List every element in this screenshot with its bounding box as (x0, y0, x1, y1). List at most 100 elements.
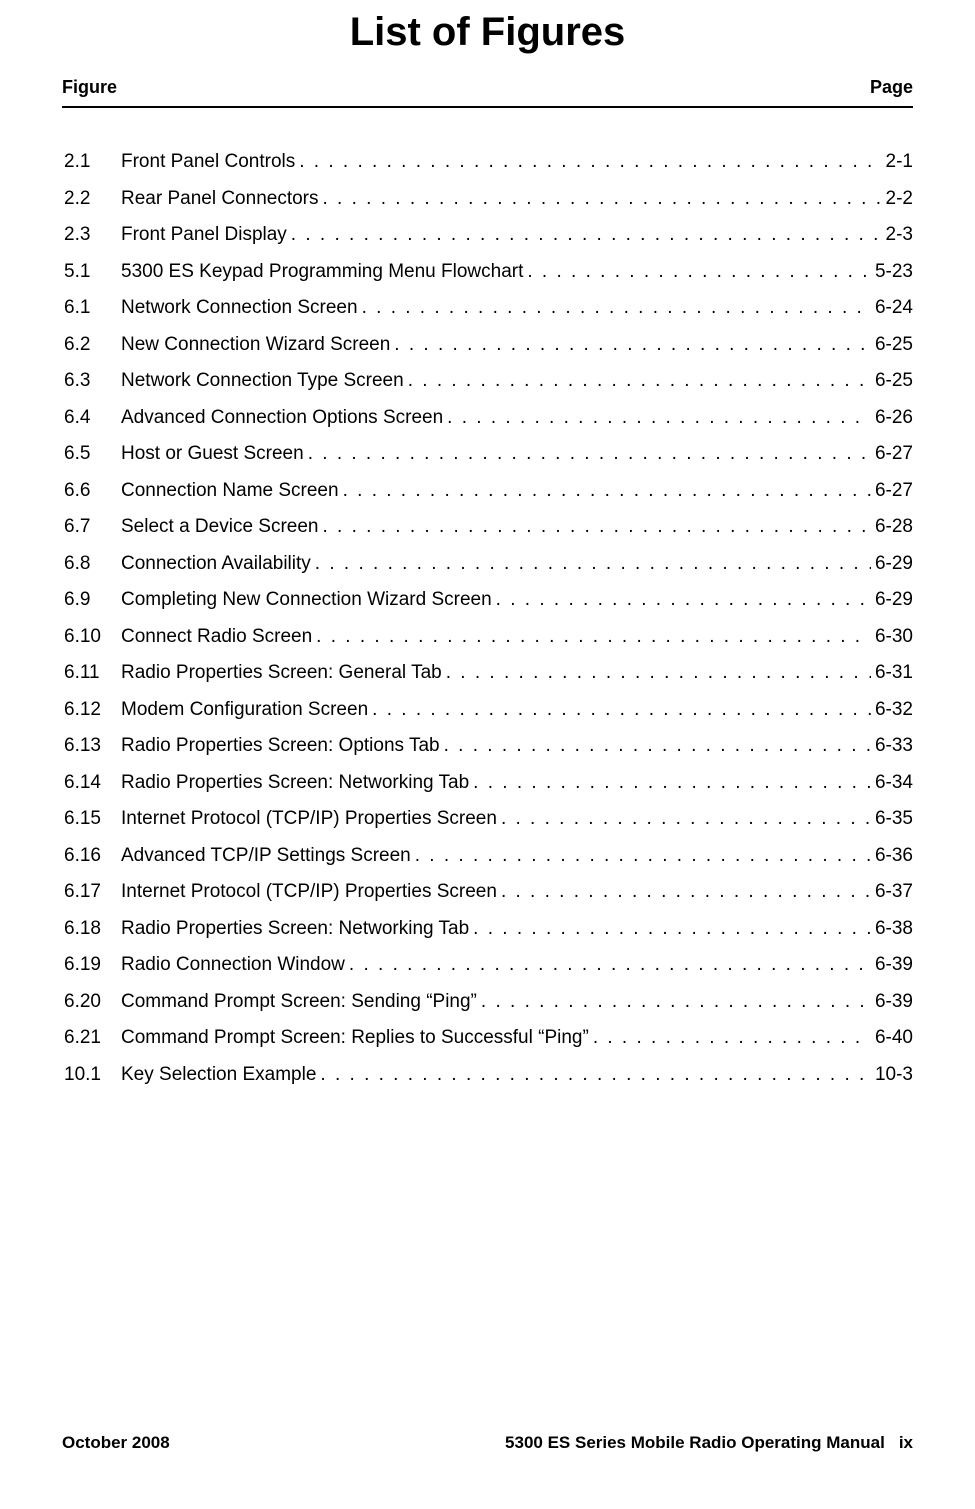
entry-page: 5-23 (875, 258, 913, 287)
entry-number: 6.6 (64, 477, 121, 506)
entry-number: 6.16 (64, 842, 121, 871)
entry-leader-dots (362, 294, 871, 323)
toc-entry: 6.3Network Connection Type Screen 6-25 (64, 367, 913, 396)
toc-entry: 2.3Front Panel Display2-3 (64, 221, 913, 250)
entry-page: 6-29 (875, 550, 913, 579)
entry-title: Radio Properties Screen: Options Tab (121, 732, 440, 761)
entry-page: 6-33 (875, 732, 913, 761)
entry-number: 6.13 (64, 732, 121, 761)
toc-entry: 6.20Command Prompt Screen: Sending “Ping… (64, 988, 913, 1017)
toc-entry: 6.16Advanced TCP/IP Settings Screen 6-36 (64, 842, 913, 871)
entry-title: Command Prompt Screen: Sending “Ping” (121, 988, 477, 1017)
entry-number: 6.15 (64, 805, 121, 834)
entry-title: Radio Properties Screen: General Tab (121, 659, 442, 688)
toc-entry: 2.1Front Panel Controls 2-1 (64, 148, 913, 177)
entry-page: 6-29 (875, 586, 913, 615)
entry-number: 6.2 (64, 331, 121, 360)
entry-leader-dots (320, 1061, 871, 1090)
entry-number: 6.10 (64, 623, 121, 652)
column-header-figure: Figure (62, 77, 117, 98)
entry-leader-dots (343, 477, 871, 506)
entry-leader-dots (444, 732, 871, 761)
footer-manual-title: 5300 ES Series Mobile Radio Operating Ma… (505, 1433, 885, 1453)
entry-page: 6-28 (875, 513, 913, 542)
entry-number: 6.3 (64, 367, 121, 396)
entry-page: 6-38 (875, 915, 913, 944)
entry-page: 10-3 (875, 1061, 913, 1090)
toc-entry: 6.11Radio Properties Screen: General Tab… (64, 659, 913, 688)
entry-title: Internet Protocol (TCP/IP) Properties Sc… (121, 878, 497, 907)
toc-entry: 5.15300 ES Keypad Programming Menu Flowc… (64, 258, 913, 287)
entry-number: 6.9 (64, 586, 121, 615)
entry-number: 6.21 (64, 1024, 121, 1053)
toc-entry: 6.13Radio Properties Screen: Options Tab… (64, 732, 913, 761)
entry-leader-dots (446, 659, 871, 688)
entry-page: 6-40 (875, 1024, 913, 1053)
entry-title: Radio Connection Window (121, 951, 345, 980)
entry-page: 6-39 (875, 951, 913, 980)
entry-leader-dots (593, 1024, 871, 1053)
entry-title: New Connection Wizard Screen (121, 331, 390, 360)
column-header-row: Figure Page (62, 77, 913, 108)
toc-entry: 10.1Key Selection Example10-3 (64, 1061, 913, 1090)
entry-title: Front Panel Controls (121, 148, 295, 177)
entry-title: Key Selection Example (121, 1061, 316, 1090)
page-title: List of Figures (62, 10, 913, 55)
entry-page: 6-32 (875, 696, 913, 725)
toc-entry: 6.7Select a Device Screen6-28 (64, 513, 913, 542)
entry-page: 6-25 (875, 367, 913, 396)
entry-page: 6-27 (875, 477, 913, 506)
entry-number: 6.1 (64, 294, 121, 323)
toc-entry: 6.14Radio Properties Screen: Networking … (64, 769, 913, 798)
entry-title: Radio Properties Screen: Networking Tab (121, 915, 469, 944)
entry-title: Connect Radio Screen (121, 623, 312, 652)
entry-title: Network Connection Type Screen (121, 367, 404, 396)
entry-number: 2.1 (64, 148, 121, 177)
entry-leader-dots (496, 586, 871, 615)
entry-number: 6.20 (64, 988, 121, 1017)
entry-leader-dots (394, 331, 871, 360)
toc-entry: 6.1Network Connection Screen 6-24 (64, 294, 913, 323)
entry-page: 6-35 (875, 805, 913, 834)
entry-leader-dots (415, 842, 871, 871)
toc-entry: 6.4Advanced Connection Options Screen6-2… (64, 404, 913, 433)
entry-title: Network Connection Screen (121, 294, 358, 323)
entry-leader-dots (308, 440, 871, 469)
toc-entry: 6.12Modem Configuration Screen6-32 (64, 696, 913, 725)
entry-leader-dots (323, 185, 882, 214)
entry-page: 6-34 (875, 769, 913, 798)
entry-number: 6.17 (64, 878, 121, 907)
footer-date: October 2008 (62, 1433, 170, 1453)
entry-page: 6-25 (875, 331, 913, 360)
entry-page: 6-24 (875, 294, 913, 323)
entry-title: Connection Availability (121, 550, 311, 579)
entry-page: 2-1 (886, 148, 913, 177)
entry-page: 6-36 (875, 842, 913, 871)
entry-leader-dots (408, 367, 871, 396)
entry-number: 6.4 (64, 404, 121, 433)
entry-leader-dots (323, 513, 871, 542)
toc-entry: 2.2Rear Panel Connectors2-2 (64, 185, 913, 214)
entry-number: 6.11 (64, 659, 121, 688)
column-header-page: Page (870, 77, 913, 98)
entry-page: 6-26 (875, 404, 913, 433)
entry-number: 6.18 (64, 915, 121, 944)
entry-leader-dots (299, 148, 881, 177)
entry-number: 2.2 (64, 185, 121, 214)
entry-page: 6-39 (875, 988, 913, 1017)
entry-leader-dots (501, 805, 871, 834)
entry-leader-dots (473, 915, 871, 944)
toc-entry: 6.5Host or Guest Screen6-27 (64, 440, 913, 469)
page-content: List of Figures Figure Page 2.1Front Pan… (0, 0, 975, 1089)
entry-title: Radio Properties Screen: Networking Tab (121, 769, 469, 798)
entry-number: 5.1 (64, 258, 121, 287)
entry-title: Rear Panel Connectors (121, 185, 319, 214)
entry-title: Command Prompt Screen: Replies to Succes… (121, 1024, 589, 1053)
entry-title: Connection Name Screen (121, 477, 339, 506)
entry-title: Host or Guest Screen (121, 440, 304, 469)
entry-leader-dots (372, 696, 871, 725)
entry-title: Select a Device Screen (121, 513, 319, 542)
entry-title: Advanced TCP/IP Settings Screen (121, 842, 411, 871)
entry-number: 2.3 (64, 221, 121, 250)
entry-leader-dots (315, 550, 871, 579)
